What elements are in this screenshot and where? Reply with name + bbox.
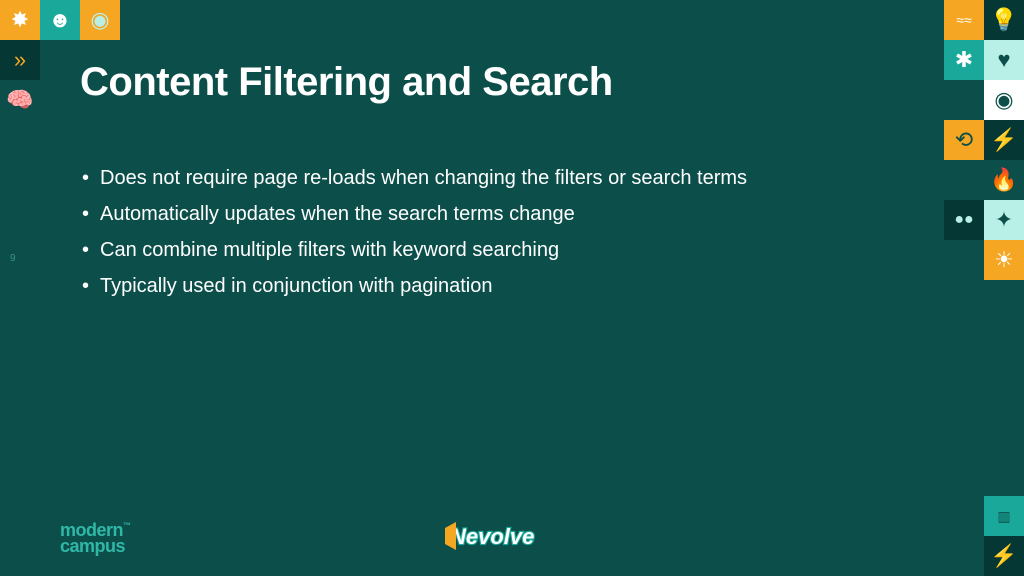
decor-tiles-top-left-3: 🧠 bbox=[0, 80, 40, 120]
bullet-list: Does not require page re-loads when chan… bbox=[100, 160, 747, 304]
heart-icon: ♥ bbox=[984, 40, 1024, 80]
decor-tiles-right: ≈≈ 💡 ✱ ♥ ◉ ⟲ ⚡ 🔥 ●● ✦ ☀ bbox=[944, 0, 1024, 280]
slide: ✸ ☻ ◉ » 🧠 ≈≈ 💡 ✱ ♥ ◉ ⟲ ⚡ 🔥 ●● bbox=[0, 0, 1024, 576]
sun-icon: ☀ bbox=[984, 240, 1024, 280]
modern-campus-logo: modern™ campus bbox=[60, 523, 131, 554]
gear-icon: ◉ bbox=[80, 0, 120, 40]
face-icon: ☻ bbox=[40, 0, 80, 40]
bullet-item: Does not require page re-loads when chan… bbox=[100, 160, 747, 196]
eye-icon: ◉ bbox=[984, 80, 1024, 120]
dots-icon: ●● bbox=[944, 200, 984, 240]
flame-icon: 🔥 bbox=[984, 160, 1024, 200]
bullet-item: Automatically updates when the search te… bbox=[100, 196, 747, 232]
bolt2-icon: ⚡ bbox=[984, 536, 1024, 576]
bullet-item: Can combine multiple filters with keywor… bbox=[100, 232, 747, 268]
evolve-logo: Nevolve bbox=[442, 520, 582, 554]
arrows-icon: » bbox=[0, 40, 40, 80]
logo-line2: campus bbox=[60, 536, 125, 556]
chip-icon: ▥ bbox=[984, 496, 1024, 536]
evolve-logo-text: Nevolve bbox=[450, 524, 534, 549]
decor-tiles-top-left: ✸ ☻ ◉ bbox=[0, 0, 120, 40]
decor-tiles-top-left-2: » bbox=[0, 40, 80, 80]
bulb-icon: 💡 bbox=[984, 0, 1024, 40]
starburst-icon: ✸ bbox=[0, 0, 40, 40]
wave-icon: ≈≈ bbox=[944, 0, 984, 40]
decor-tiles-bottom-right: ▥ ⚡ bbox=[984, 496, 1024, 576]
trademark-icon: ™ bbox=[123, 521, 131, 530]
evolve-logo-mark bbox=[445, 522, 456, 550]
page-number: 9 bbox=[10, 253, 16, 264]
slide-title: Content Filtering and Search bbox=[80, 60, 613, 105]
bolt-icon: ⚡ bbox=[984, 120, 1024, 160]
bullet-item: Typically used in conjunction with pagin… bbox=[100, 268, 747, 304]
brain-icon: 🧠 bbox=[0, 80, 40, 120]
asterisk-icon: ✱ bbox=[944, 40, 984, 80]
link-icon: ⟲ bbox=[944, 120, 984, 160]
spark-icon: ✦ bbox=[984, 200, 1024, 240]
